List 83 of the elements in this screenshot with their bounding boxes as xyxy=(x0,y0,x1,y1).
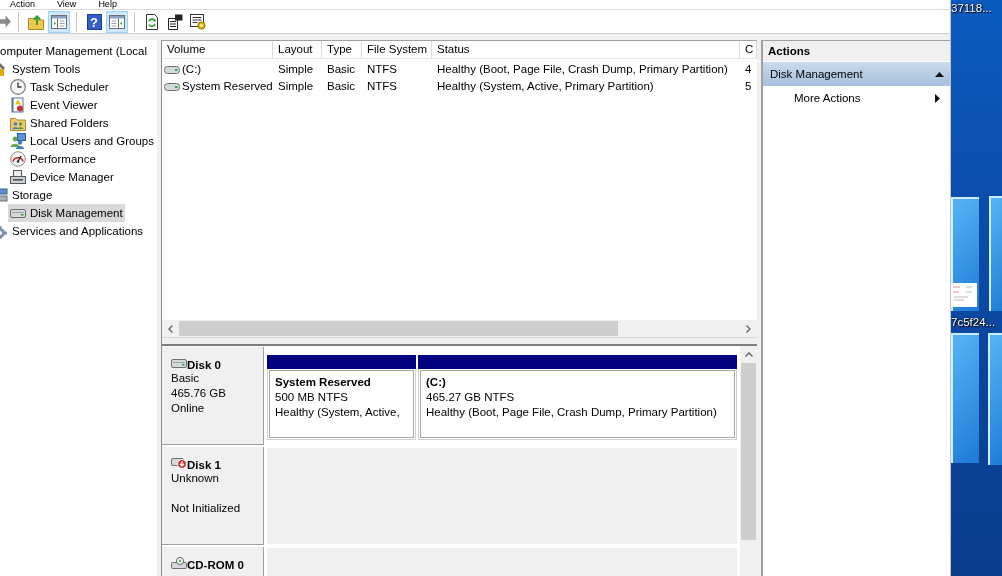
tree-item[interactable]: Local Users and Groups xyxy=(8,132,156,150)
table-cell-text: 5 xyxy=(744,79,753,94)
chevron-left-icon xyxy=(168,324,173,333)
arrow-right-icon xyxy=(0,14,11,29)
cd-drive-icon xyxy=(171,557,187,569)
disk-status: Online xyxy=(171,401,206,416)
table-cell-text: Simple xyxy=(277,62,315,77)
folder-up-icon xyxy=(28,13,44,30)
chevron-up-icon xyxy=(744,352,753,357)
column-header[interactable]: File System xyxy=(362,41,432,59)
disk-status: Not Initialized xyxy=(171,501,242,516)
menu-item[interactable]: Help xyxy=(94,0,127,9)
tree-item[interactable]: Device Manager xyxy=(8,168,116,186)
table-cell-text: Healthy (Boot, Page File, Crash Dump, Primary Partition) xyxy=(436,62,729,77)
drive-icon xyxy=(164,81,180,92)
actions-header: Actions xyxy=(763,41,950,62)
disk-type: Unknown xyxy=(171,471,220,486)
gauge-icon xyxy=(10,151,26,167)
desktop-icon-label[interactable]: 37118... xyxy=(951,1,992,15)
file-thumbnail-icon[interactable] xyxy=(951,283,977,307)
disk-type: Basic xyxy=(171,371,201,386)
tree-item[interactable]: omputer Management (Local xyxy=(0,42,150,60)
storage-icon xyxy=(0,187,8,203)
drive-icon xyxy=(164,64,180,75)
tree-item[interactable]: Task Scheduler xyxy=(8,78,111,96)
table-cell-text: (C:) xyxy=(182,62,202,77)
menu-item[interactable]: Action xyxy=(6,0,45,9)
tree-item[interactable]: System Tools xyxy=(0,60,83,78)
window-pane-icon xyxy=(109,13,125,30)
scrollbar-thumb[interactable] xyxy=(741,363,756,540)
action-section-header[interactable]: Disk Management xyxy=(763,62,950,86)
disk-info-panel[interactable]: CD-ROM 0 xyxy=(162,547,264,576)
table-cell-text: Basic xyxy=(326,62,357,77)
refresh-icon xyxy=(144,13,160,30)
tools-icon xyxy=(0,61,8,77)
printer-icon xyxy=(10,169,26,185)
chevron-right-icon xyxy=(746,324,751,333)
log-book-icon xyxy=(10,97,26,113)
shared-folder-icon xyxy=(10,115,26,131)
tree-item[interactable]: Services and Applications xyxy=(0,222,146,240)
action-item[interactable]: More Actions xyxy=(763,86,950,110)
scrollbar-thumb[interactable] xyxy=(179,321,618,336)
tree-item[interactable]: Shared Folders xyxy=(8,114,111,132)
partition-status: Healthy (Boot, Page File, Crash Dump, Primary Partition) xyxy=(426,405,718,420)
tree-item[interactable]: Event Viewer xyxy=(8,96,100,114)
partition-label: System Reserved xyxy=(275,375,372,390)
table-cell-text: NTFS xyxy=(366,79,399,94)
disk-name: Disk 0 xyxy=(187,359,221,371)
desktop-icon-label[interactable]: 7c5f24... xyxy=(951,315,996,329)
drive-icon xyxy=(171,357,187,369)
tree-item[interactable]: Performance xyxy=(8,150,98,168)
disk-info-panel[interactable]: Disk 1 Unknown Not Initialized xyxy=(162,447,264,545)
disk-info-panel[interactable]: Disk 0 Basic 465.76 GB Online xyxy=(162,347,264,445)
partition-label: (C:) xyxy=(426,375,447,390)
table-cell-text: 4 xyxy=(744,62,753,77)
window-pane-icon xyxy=(51,13,67,30)
menu-item[interactable]: View xyxy=(53,0,87,9)
column-header[interactable]: Layout xyxy=(273,41,322,59)
partition-status: Healthy (System, Active, xyxy=(275,405,401,420)
table-cell-text: Healthy (System, Active, Primary Partition) xyxy=(436,79,655,94)
splitter-bar[interactable] xyxy=(162,337,757,346)
drive-alert-icon xyxy=(171,457,187,469)
partition-size: 500 MB NTFS xyxy=(275,390,349,405)
column-header[interactable]: Type xyxy=(322,41,362,59)
table-cell-text: Basic xyxy=(326,79,357,94)
column-header[interactable]: Status xyxy=(432,41,740,59)
table-cell-text: NTFS xyxy=(366,62,399,77)
action-pane-button[interactable] xyxy=(106,10,128,33)
document-icon xyxy=(167,13,183,30)
column-header[interactable]: Volume xyxy=(162,41,273,59)
clock-icon xyxy=(10,79,26,95)
table-cell-text: Simple xyxy=(277,79,315,94)
users-icon xyxy=(10,133,26,149)
tree-item[interactable]: Storage xyxy=(0,186,55,204)
partition-size: 465.27 GB NTFS xyxy=(426,390,516,405)
tree-item[interactable]: Disk Management xyxy=(8,204,125,222)
table-cell-text: System Reserved xyxy=(182,79,273,94)
console-tree-button[interactable] xyxy=(48,10,70,33)
disk-size: 465.76 GB xyxy=(171,386,227,401)
collapse-icon xyxy=(935,71,944,77)
settings-icon xyxy=(190,13,206,30)
disk-name: CD-ROM 0 xyxy=(187,559,244,571)
disk-name: Disk 1 xyxy=(187,459,221,471)
